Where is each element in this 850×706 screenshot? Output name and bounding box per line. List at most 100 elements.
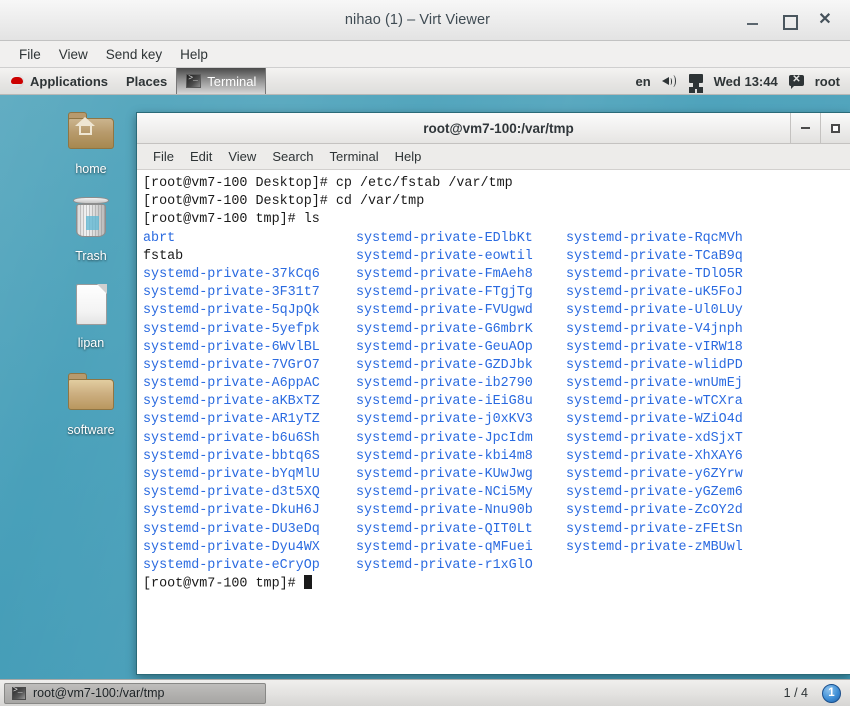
ls-entry: systemd-private-Dyu4WX xyxy=(143,539,356,557)
viewer-menu-file[interactable]: File xyxy=(10,44,50,65)
terminal-command-line: [root@vm7-100 Desktop]# cd /var/tmp xyxy=(143,194,425,210)
terminal-maximize-button[interactable] xyxy=(820,113,850,143)
ls-directory-name: systemd-private-wlidPD xyxy=(566,357,743,373)
panel-window-terminal[interactable]: Terminal xyxy=(176,68,267,94)
ls-entry: systemd-private-7VGrO7 xyxy=(143,357,356,375)
ls-entry: systemd-private-GeuAOp xyxy=(356,339,566,357)
ls-directory-name: systemd-private-FVUgwd xyxy=(356,303,533,319)
ls-directory-name: systemd-private-bYqMlU xyxy=(143,467,320,482)
ls-directory-name: systemd-private-kbi4m8 xyxy=(356,448,533,464)
ls-entry: systemd-private-wTCXra xyxy=(566,393,743,411)
places-menu[interactable]: Places xyxy=(117,68,176,94)
ls-directory-name: systemd-private-Nnu90b xyxy=(356,503,533,519)
ls-entry: systemd-private-qMFuei xyxy=(356,539,566,557)
terminal-menu-view[interactable]: View xyxy=(220,146,264,167)
terminal-cursor xyxy=(303,575,312,590)
ls-entry: systemd-private-KUwJwg xyxy=(356,466,566,484)
ls-entry: systemd-private-5qJpQk xyxy=(143,302,356,320)
ls-directory-name: systemd-private-b6u6Sh xyxy=(143,430,320,446)
volume-icon[interactable] xyxy=(661,74,678,88)
ls-directory-name: systemd-private-zFEtSn xyxy=(566,521,743,537)
ls-directory-name: systemd-private-vIRW18 xyxy=(566,339,743,355)
ls-column-1: abrt fstab systemd-private-37kCq6 systemd-p… xyxy=(143,230,356,576)
viewer-menu-view[interactable]: View xyxy=(50,44,97,65)
ls-entry: systemd-private-kbi4m8 xyxy=(356,448,566,466)
ls-column-2: systemd-private-EDlbKt systemd-private-eo… xyxy=(356,230,566,576)
viewer-titlebar: nihao (1) – Virt Viewer ✕ xyxy=(0,0,850,41)
display-icon[interactable] xyxy=(688,73,703,89)
ls-entry: systemd-private-wnUmEj xyxy=(566,375,743,393)
applications-menu[interactable]: Applications xyxy=(0,68,117,94)
gnome-top-panel: Applications Places Terminal en Wed 13:4… xyxy=(0,68,850,95)
viewer-minimize-button[interactable] xyxy=(745,12,761,28)
ls-entry: systemd-private-AR1yTZ xyxy=(143,411,356,429)
ls-directory-name: systemd-private-WZiO4d xyxy=(566,412,743,428)
terminal-menu-help[interactable]: Help xyxy=(387,146,430,167)
ls-directory-name: systemd-private-aKBxTZ xyxy=(143,394,320,410)
terminal-icon xyxy=(12,686,26,700)
ls-entry: systemd-private-EDlbKt xyxy=(356,230,566,248)
taskbar-window-button[interactable]: root@vm7-100:/var/tmp xyxy=(4,682,266,704)
ls-entry: systemd-private-ZcOY2d xyxy=(566,502,743,520)
keyboard-layout-indicator[interactable]: en xyxy=(635,74,650,89)
folder-icon xyxy=(62,367,120,419)
ls-directory-name: systemd-private-5yefpk xyxy=(143,321,320,337)
terminal-minimize-button[interactable] xyxy=(790,113,820,143)
ls-entry: systemd-private-vIRW18 xyxy=(566,339,743,357)
viewer-title: nihao (1) – Virt Viewer xyxy=(344,12,491,28)
ls-entry: systemd-private-eowtil xyxy=(356,248,566,266)
ls-entry: systemd-private-wlidPD xyxy=(566,357,743,375)
terminal-prompt-text: [root@vm7-100 tmp]# xyxy=(143,576,304,592)
terminal-menu-edit[interactable]: Edit xyxy=(182,146,220,167)
panel-right-group: en Wed 13:44 ✕ root xyxy=(635,73,850,89)
desktop-icon-home[interactable]: home xyxy=(46,106,136,176)
ls-entry: systemd-private-QIT0Lt xyxy=(356,521,566,539)
ls-entry: systemd-private-xdSjxT xyxy=(566,430,743,448)
ls-directory-name: systemd-private-zMBUwl xyxy=(566,539,743,555)
ls-directory-name: systemd-private-y6ZYrw xyxy=(566,467,743,482)
desktop-icons: home Trash lipan software xyxy=(46,106,136,437)
message-icon[interactable]: ✕ xyxy=(788,74,804,89)
ls-entry: systemd-private-zFEtSn xyxy=(566,521,743,539)
viewer-menu-help[interactable]: Help xyxy=(171,44,217,65)
terminal-menu-file[interactable]: File xyxy=(145,146,182,167)
terminal-titlebar[interactable]: root@vm7-100:/var/tmp xyxy=(137,113,850,144)
viewer-close-button[interactable]: ✕ xyxy=(817,12,833,28)
viewer-maximize-button[interactable] xyxy=(781,12,798,30)
workspace-badge[interactable]: 1 xyxy=(822,683,841,703)
desktop-icon-software-label: software xyxy=(67,423,115,437)
ls-directory-name: systemd-private-DU3eDq xyxy=(143,521,320,537)
ls-directory-name: systemd-private-yGZem6 xyxy=(566,485,743,501)
terminal-menu-terminal[interactable]: Terminal xyxy=(322,146,387,167)
ls-directory-name: systemd-private-RqcMVh xyxy=(566,230,743,246)
clock[interactable]: Wed 13:44 xyxy=(714,74,778,89)
ls-directory-name: systemd-private-eowtil xyxy=(356,248,533,264)
workspace-indicator[interactable]: 1 / 4 xyxy=(784,686,816,700)
panel-left-group: Applications Places Terminal xyxy=(0,68,267,94)
terminal-icon xyxy=(186,74,202,88)
viewer-menubar: File View Send key Help xyxy=(0,41,850,68)
ls-entry: systemd-private-6WvlBL xyxy=(143,339,356,357)
terminal-command-line: [root@vm7-100 Desktop]# cp /etc/fstab /v… xyxy=(143,176,513,191)
ls-entry: systemd-private-37kCq6 xyxy=(143,266,356,284)
viewer-menu-send-key[interactable]: Send key xyxy=(97,44,171,65)
ls-entry: systemd-private-aKBxTZ xyxy=(143,393,356,411)
ls-entry: systemd-private-y6ZYrw xyxy=(566,466,743,484)
ls-directory-name: systemd-private-5qJpQk xyxy=(143,303,320,319)
desktop-icon-software[interactable]: software xyxy=(46,367,136,437)
user-menu-label[interactable]: root xyxy=(815,74,840,89)
terminal-screen[interactable]: [root@vm7-100 Desktop]# cp /etc/fstab /v… xyxy=(137,171,850,674)
ls-directory-name: systemd-private-Dyu4WX xyxy=(143,539,320,555)
desktop-icon-home-label: home xyxy=(75,162,107,176)
desktop-icon-trash[interactable]: Trash xyxy=(46,193,136,263)
panel-window-terminal-label: Terminal xyxy=(207,73,257,89)
ls-directory-name: systemd-private-qMFuei xyxy=(356,539,533,555)
ls-directory-name: systemd-private-Ul0LUy xyxy=(566,303,743,319)
ls-directory-name: systemd-private-TDlO5R xyxy=(566,266,743,282)
desktop-icon-lipan[interactable]: lipan xyxy=(46,280,136,350)
ls-entry: systemd-private-TCaB9q xyxy=(566,248,743,266)
ls-directory-name: systemd-private-FmAeh8 xyxy=(356,266,533,282)
terminal-menu-search[interactable]: Search xyxy=(264,146,321,167)
ls-directory-name: systemd-private-r1xGlO xyxy=(356,557,533,573)
ls-directory-name: systemd-private-d3t5XQ xyxy=(143,485,320,501)
